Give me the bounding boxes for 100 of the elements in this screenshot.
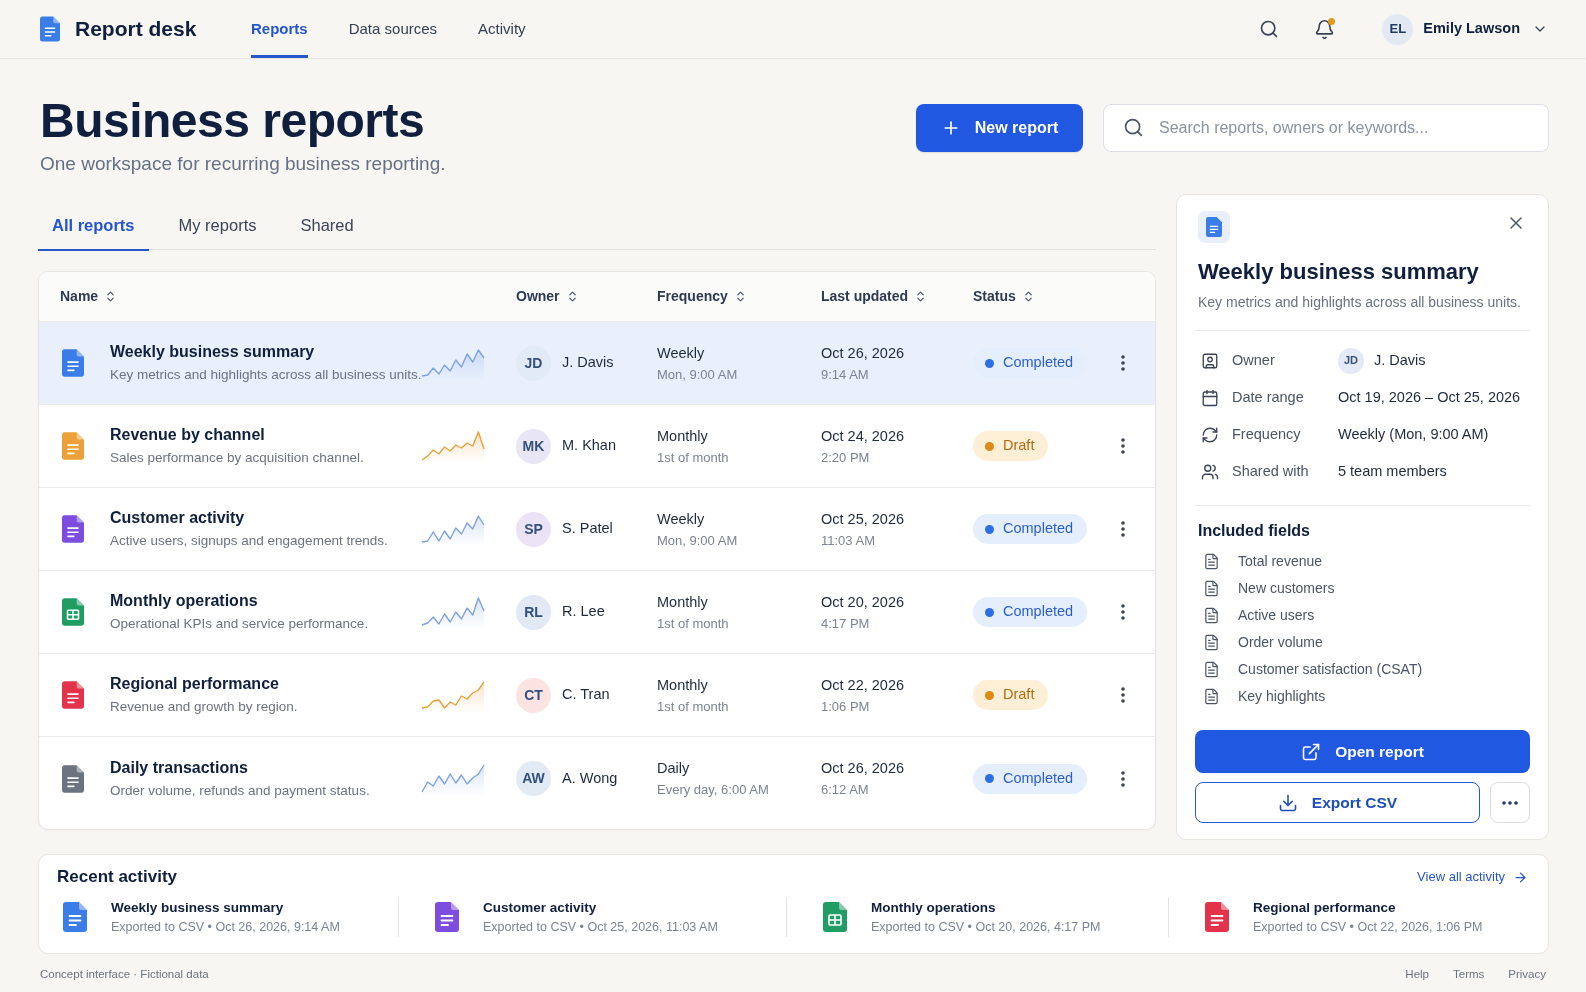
- frequency-text: Monthly: [657, 675, 709, 695]
- sparkline: [421, 429, 485, 463]
- updated-date: Oct 20, 2026: [821, 592, 906, 612]
- column-header[interactable]: Status: [973, 286, 1035, 307]
- detail-value: 5 team members: [1338, 461, 1447, 481]
- owner-name: A. Wong: [562, 768, 618, 788]
- vertical-dots-icon: [1121, 604, 1125, 620]
- activity-title: Regional performance: [1253, 899, 1397, 916]
- status-text: Completed: [1003, 353, 1074, 373]
- detail-label: Shared with: [1232, 461, 1310, 481]
- field-name: New customers: [1238, 579, 1335, 598]
- detail-value: Weekly (Mon, 9:00 AM): [1338, 424, 1489, 444]
- owner-avatar: JD: [1338, 347, 1364, 374]
- external-link-icon: [1301, 741, 1322, 762]
- owner-name: J. Davis: [562, 353, 614, 373]
- column-header[interactable]: Name: [60, 286, 118, 307]
- frequency-text: Weekly: [657, 343, 706, 363]
- nav-tab[interactable]: Reports: [251, 0, 308, 58]
- app-name: Report desk: [75, 16, 197, 43]
- report-row[interactable]: Weekly business summary Key metrics and highlights across all business units. JD J. Davis Weekly Mon, 9:00 AM Oct 26, 2026 9:14 AM Completed: [39, 322, 1155, 405]
- updated-date: Oct 25, 2026: [821, 509, 906, 529]
- updated-time: 11:03 AM: [821, 531, 876, 549]
- schedule-text: Mon, 9:00 AM: [657, 365, 739, 383]
- bell-icon: [1314, 18, 1336, 40]
- report-name: Monthly operations: [110, 591, 259, 611]
- file-icon: [1203, 553, 1220, 570]
- schedule-text: 1st of month: [657, 448, 730, 466]
- status-text: Completed: [1003, 602, 1074, 622]
- page-title: Business reports: [39, 93, 426, 149]
- report-name: Customer activity: [110, 508, 246, 528]
- report-description: Active users, signups and engagement trends.: [110, 532, 388, 550]
- updated-time: 9:14 AM: [821, 365, 870, 383]
- field-name: Order volume: [1238, 633, 1323, 652]
- status-text: Draft: [1003, 436, 1035, 456]
- schedule-text: 1st of month: [657, 614, 730, 632]
- logo-icon: [40, 16, 60, 42]
- field-name: Key highlights: [1238, 687, 1326, 706]
- field-name: Customer satisfaction (CSAT): [1238, 660, 1423, 679]
- report-description: Order volume, refunds and payment status.: [110, 781, 370, 800]
- frequency-text: Monthly: [657, 592, 709, 612]
- footer-link[interactable]: Terms: [1453, 966, 1485, 982]
- user-menu-button[interactable]: EL Emily Lawson: [1382, 13, 1548, 45]
- view-all-link[interactable]: View all activity: [1417, 867, 1528, 887]
- report-name: Weekly business summary: [110, 342, 316, 362]
- owner-avatar: AW: [516, 761, 551, 796]
- file-icon: [1203, 580, 1220, 597]
- panel-title: Weekly business summary: [1198, 258, 1480, 286]
- new-report-button[interactable]: New report: [916, 104, 1083, 152]
- sparkline: [421, 346, 485, 380]
- more-actions-button[interactable]: [1490, 782, 1530, 823]
- updated-time: 1:06 PM: [821, 697, 871, 715]
- owner-avatar: SP: [516, 511, 551, 547]
- export-csv-button[interactable]: Export CSV: [1195, 782, 1480, 823]
- detail-label: Date range: [1232, 387, 1305, 407]
- vertical-dots-icon: [1121, 438, 1125, 454]
- fields-heading: Included fields: [1198, 521, 1311, 541]
- updated-date: Oct 26, 2026: [821, 343, 906, 363]
- schedule-text: 1st of month: [657, 697, 730, 715]
- nav-tab[interactable]: Activity: [478, 0, 526, 58]
- activity-title: Customer activity: [483, 899, 598, 916]
- detail-value: Oct 19, 2026 – Oct 25, 2026: [1338, 387, 1521, 407]
- frequency-text: Monthly: [657, 426, 709, 446]
- vertical-dots-icon: [1121, 521, 1125, 537]
- file-icon: [1203, 607, 1220, 624]
- updated-date: Oct 22, 2026: [821, 675, 906, 695]
- owner-avatar: MK: [516, 428, 551, 464]
- frequency-text: Daily: [657, 759, 691, 778]
- horizontal-dots-icon: [1502, 800, 1518, 805]
- footer-link[interactable]: Help: [1405, 966, 1429, 982]
- column-header[interactable]: Frequency: [657, 286, 747, 307]
- open-report-button[interactable]: Open report: [1195, 730, 1530, 773]
- column-header[interactable]: Last updated: [821, 286, 928, 307]
- updated-time: 6:12 AM: [821, 781, 870, 798]
- arrow-right-icon: [1513, 869, 1528, 885]
- status-text: Completed: [1003, 519, 1074, 539]
- owner-name: M. Khan: [562, 436, 616, 456]
- owner-avatar: JD: [516, 345, 551, 381]
- activity-title: Monthly operations: [871, 899, 997, 916]
- report-description: Revenue and growth by region.: [110, 698, 298, 716]
- search-field[interactable]: Search reports, owners or keywords...: [1103, 104, 1549, 152]
- filter-tab[interactable]: All reports: [38, 202, 149, 251]
- recent-activity-heading: Recent activity: [57, 866, 177, 889]
- field-name: Total revenue: [1238, 552, 1323, 571]
- filter-tab[interactable]: My reports: [164, 202, 271, 251]
- activity-title: Weekly business summary: [111, 899, 285, 916]
- search-icon: [1123, 117, 1144, 138]
- vertical-dots-icon: [1121, 687, 1125, 703]
- filter-tab[interactable]: Shared: [286, 202, 368, 251]
- user-avatar: EL: [1382, 13, 1414, 45]
- vertical-dots-icon: [1121, 355, 1125, 371]
- owner-name: R. Lee: [562, 602, 605, 622]
- nav-tab[interactable]: Data sources: [348, 0, 438, 58]
- detail-label: Frequency: [1232, 424, 1302, 444]
- file-icon: [1203, 688, 1220, 705]
- sparkline: [421, 595, 485, 629]
- schedule-text: Every day, 6:00 AM: [657, 781, 770, 798]
- footer-link[interactable]: Privacy: [1508, 966, 1546, 982]
- column-header[interactable]: Owner: [516, 286, 579, 307]
- search-icon: [1259, 19, 1280, 39]
- report-description: Key metrics and highlights across all business units.: [110, 366, 422, 384]
